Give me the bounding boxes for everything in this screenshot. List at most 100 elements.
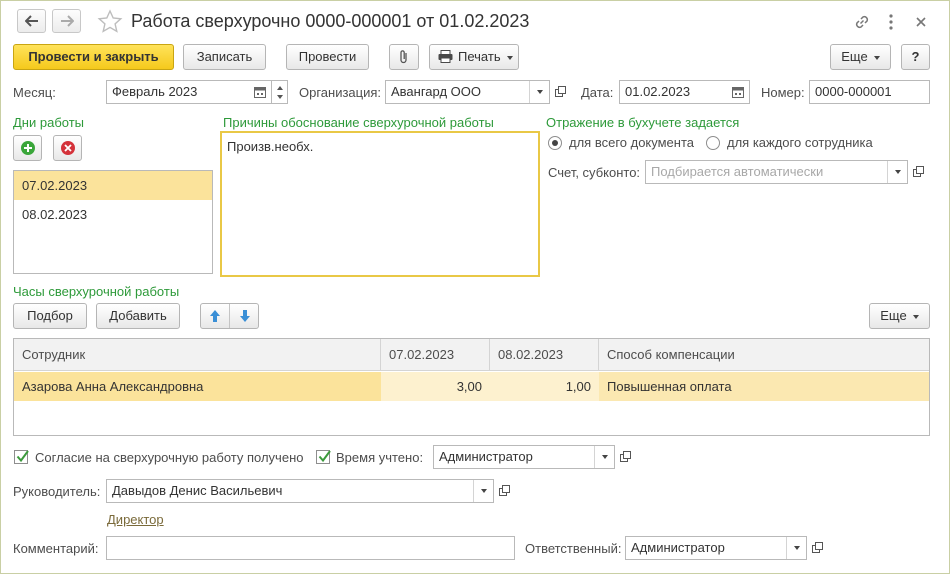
account-label: Счет, субконто:: [548, 165, 641, 180]
chevron-down-icon[interactable]: [529, 81, 549, 103]
work-days-list[interactable]: 07.02.2023 08.02.2023: [13, 170, 213, 274]
reasons-title: Причины обоснование сверхурочной работы: [223, 115, 494, 130]
cell-compensation[interactable]: Повышенная оплата: [599, 372, 929, 401]
column-header-date2[interactable]: 08.02.2023: [490, 339, 599, 371]
link-icon[interactable]: [853, 13, 871, 31]
consent-checkbox[interactable]: [14, 450, 29, 464]
chevron-down-icon: [506, 55, 513, 60]
account-placeholder: Подбирается автоматически: [651, 164, 824, 179]
account-field[interactable]: Подбирается автоматически: [645, 160, 908, 184]
hours-title: Часы сверхурочной работы: [13, 284, 180, 299]
pick-button[interactable]: Подбор: [13, 303, 87, 329]
checkmark-icon: [16, 450, 29, 463]
add-day-button[interactable]: [13, 135, 42, 161]
cell-date2-hours[interactable]: 1,00: [490, 372, 599, 401]
month-stepper[interactable]: [272, 80, 288, 104]
delete-day-button[interactable]: [53, 135, 82, 161]
cell-employee[interactable]: Азарова Анна Александровна: [14, 372, 381, 401]
chevron-down-icon[interactable]: [786, 537, 806, 559]
open-icon: [913, 166, 924, 177]
time-accounted-field[interactable]: Администратор: [433, 445, 615, 469]
chevron-down-icon[interactable]: [887, 161, 907, 183]
accounting-title: Отражение в бухучете задается: [546, 115, 740, 130]
open-organization-button[interactable]: [550, 80, 572, 104]
organization-field[interactable]: Авангард ООО: [385, 80, 550, 104]
post-and-close-button[interactable]: Провести и закрыть: [13, 44, 174, 70]
printer-icon: [438, 50, 453, 63]
move-buttons: [200, 303, 259, 329]
page-title: Работа сверхурочно 0000-000001 от 01.02.…: [131, 11, 530, 31]
post-button[interactable]: Провести: [286, 44, 369, 70]
list-item[interactable]: 07.02.2023: [14, 171, 212, 200]
attach-button[interactable]: [389, 44, 419, 70]
more-vertical-icon[interactable]: [882, 13, 900, 31]
plus-circle-icon: [20, 141, 35, 155]
radio-each-employee[interactable]: [706, 136, 720, 150]
calendar-icon[interactable]: [249, 81, 271, 103]
month-label: Месяц:: [13, 85, 56, 100]
hours-more-button[interactable]: Еще: [869, 303, 930, 329]
date-field[interactable]: 01.02.2023: [619, 80, 750, 104]
reasons-textarea[interactable]: Произв.необх.: [220, 131, 540, 277]
manager-field[interactable]: Давыдов Денис Васильевич: [106, 479, 494, 503]
close-icon[interactable]: [914, 15, 928, 29]
comment-label: Комментарий:: [13, 541, 99, 556]
number-label: Номер:: [761, 85, 805, 100]
open-responsible-button[interactable]: [807, 536, 829, 560]
time-accounted-checkbox[interactable]: [316, 450, 331, 464]
column-header-date1[interactable]: 07.02.2023: [381, 339, 490, 371]
organization-value: Авангард ООО: [391, 84, 481, 99]
responsible-field[interactable]: Администратор: [625, 536, 807, 560]
arrow-down-icon: [240, 310, 250, 322]
chevron-down-icon: [912, 314, 919, 319]
hours-table[interactable]: Сотрудник 07.02.2023 08.02.2023 Способ к…: [13, 338, 930, 436]
favorite-star-icon[interactable]: [97, 9, 123, 33]
hours-more-label: Еще: [880, 308, 907, 323]
move-down-button[interactable]: [231, 304, 259, 328]
arrow-up-icon: [210, 310, 220, 322]
work-days-title: Дни работы: [13, 115, 85, 130]
manager-label: Руководитель:: [13, 484, 101, 499]
calendar-icon[interactable]: [727, 81, 749, 103]
chevron-down-icon[interactable]: [473, 480, 493, 502]
print-label: Печать: [458, 49, 501, 64]
radio-whole-document-label: для всего документа: [569, 135, 694, 150]
open-icon: [812, 542, 823, 553]
table-row[interactable]: Азарова Анна Александровна 3,00 1,00 Пов…: [14, 372, 929, 401]
comment-field[interactable]: [106, 536, 515, 560]
manager-position-link[interactable]: Директор: [107, 512, 164, 527]
print-button[interactable]: Печать: [429, 44, 519, 70]
open-account-button[interactable]: [908, 160, 930, 184]
time-accounted-label: Время учтено:: [336, 450, 424, 465]
radio-whole-document[interactable]: [548, 136, 562, 150]
open-icon: [555, 86, 566, 97]
column-header-compensation[interactable]: Способ компенсации: [599, 339, 929, 371]
paperclip-icon: [400, 50, 407, 64]
number-field[interactable]: 0000-000001: [809, 80, 930, 104]
forward-button[interactable]: [52, 9, 81, 33]
month-field[interactable]: Февраль 2023: [106, 80, 272, 104]
arrow-left-icon: [25, 15, 38, 27]
write-button[interactable]: Записать: [183, 44, 266, 70]
back-button[interactable]: [17, 9, 46, 33]
list-item[interactable]: 08.02.2023: [14, 200, 212, 229]
cell-date1-hours[interactable]: 3,00: [381, 372, 490, 401]
chevron-down-icon[interactable]: [594, 446, 614, 468]
add-button[interactable]: Добавить: [96, 303, 180, 329]
open-icon: [499, 485, 510, 496]
help-button[interactable]: ?: [901, 44, 930, 70]
column-header-employee[interactable]: Сотрудник: [14, 339, 381, 371]
radio-each-employee-label: для каждого сотрудника: [727, 135, 873, 150]
delete-circle-icon: [60, 141, 75, 155]
date-label: Дата:: [581, 85, 614, 100]
open-time-accounted-button[interactable]: [615, 445, 637, 469]
arrow-right-icon: [61, 15, 74, 27]
move-up-button[interactable]: [201, 304, 230, 328]
open-manager-button[interactable]: [494, 479, 516, 503]
responsible-label: Ответственный:: [525, 541, 622, 556]
checkmark-icon: [318, 450, 331, 463]
more-button[interactable]: Еще: [830, 44, 891, 70]
month-value: Февраль 2023: [112, 84, 198, 99]
table-header: Сотрудник 07.02.2023 08.02.2023 Способ к…: [14, 339, 929, 371]
manager-value: Давыдов Денис Васильевич: [112, 483, 283, 498]
